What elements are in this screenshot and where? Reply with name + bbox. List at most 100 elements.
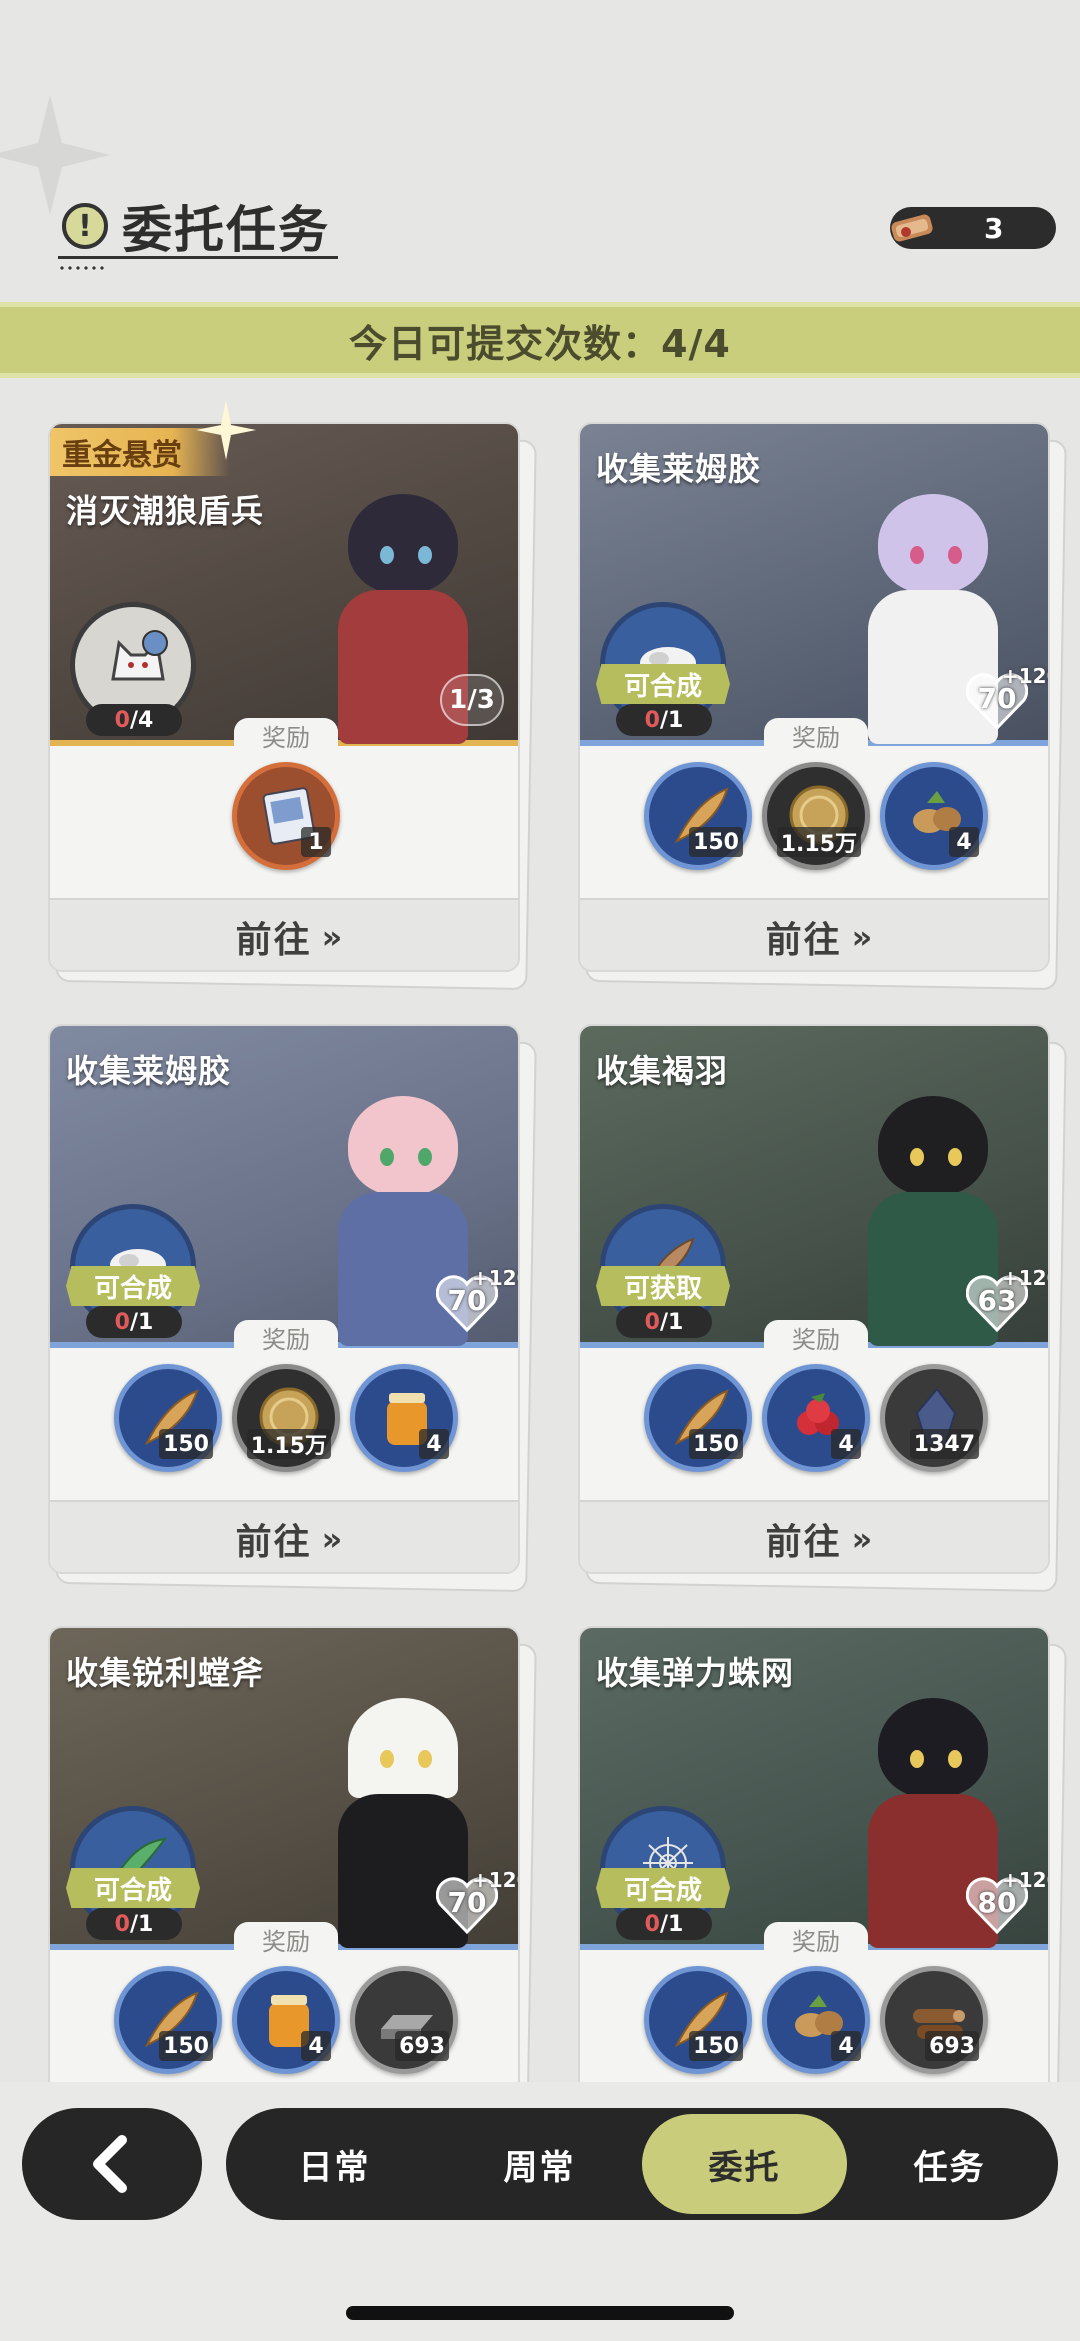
card-title: 消灭潮狼盾兵 xyxy=(66,492,265,530)
reward-item[interactable]: 4 xyxy=(880,762,988,870)
character-eye xyxy=(418,546,432,564)
affinity-bonus: +120 xyxy=(1002,1266,1048,1290)
back-arrow-icon xyxy=(93,2135,127,2193)
header: ! 委托任务 3 xyxy=(0,0,1080,300)
character-eye xyxy=(418,1148,432,1166)
reward-label: 奖励 xyxy=(764,1922,868,1956)
progress-done: 0 xyxy=(114,707,130,733)
material-status-tag: 可合成 xyxy=(596,664,730,704)
progress-total: /4 xyxy=(129,707,154,733)
reward-item[interactable]: 1.15万 xyxy=(232,1364,340,1472)
reward-qty: 4 xyxy=(301,2031,331,2061)
reward-item[interactable]: 150 xyxy=(114,1966,222,2074)
progress-count: 0/1 xyxy=(86,1908,182,1940)
reward-item[interactable]: 1 xyxy=(232,762,340,870)
commission-card[interactable]: 重金悬赏 消灭潮狼盾兵 0/4 1/3 奖励 1 前往 » xyxy=(48,400,537,991)
reward-item[interactable]: 150 xyxy=(644,1364,752,1472)
character-head xyxy=(878,1096,988,1196)
reward-item[interactable]: 150 xyxy=(114,1364,222,1472)
affinity-badge: 70 +120 xyxy=(436,1266,518,1332)
character-eye xyxy=(910,1148,924,1166)
tab-commission[interactable]: 委托 xyxy=(642,2114,847,2214)
title-dots xyxy=(58,266,106,270)
double-chevron-icon: » xyxy=(851,918,873,956)
reward-list: 150 4 1347 xyxy=(580,1364,1048,1472)
tab-weekly[interactable]: 周常 xyxy=(437,2114,642,2214)
stack-indicator: 1/3 xyxy=(440,674,504,726)
reward-qty: 4 xyxy=(831,2031,861,2061)
reward-qty: 4 xyxy=(949,827,979,857)
affinity-bonus: +120 xyxy=(472,1868,518,1892)
character-hat xyxy=(348,1698,458,1798)
reward-item[interactable]: 1.15万 xyxy=(762,762,870,870)
card-title: 收集弹力蛛网 xyxy=(596,1654,795,1692)
progress-count: 0/1 xyxy=(616,1908,712,1940)
go-button[interactable]: 前往 » xyxy=(580,1500,1048,1572)
reward-qty: 150 xyxy=(159,2031,213,2061)
go-button[interactable]: 前往 » xyxy=(580,898,1048,970)
reward-item[interactable]: 4 xyxy=(762,1966,870,2074)
reward-label: 奖励 xyxy=(764,718,868,752)
reward-item[interactable]: 693 xyxy=(880,1966,988,2074)
double-chevron-icon: » xyxy=(321,1520,343,1558)
progress-done: 0 xyxy=(644,1309,660,1335)
wolf-shield-icon xyxy=(111,630,168,681)
title-underline xyxy=(58,256,338,259)
character-eye xyxy=(948,1148,962,1166)
reward-qty: 1347 xyxy=(909,1429,979,1459)
reward-item[interactable]: 4 xyxy=(350,1364,458,1472)
character-eye xyxy=(910,1750,924,1768)
card-body: 收集莱姆胶 可合成 0/1 70 +120 奖励 150 1.15万 xyxy=(48,1024,520,1574)
reward-item[interactable]: 4 xyxy=(232,1966,340,2074)
reward-list: 150 4 693 xyxy=(580,1966,1048,2074)
card-title: 收集莱姆胶 xyxy=(596,450,762,488)
commission-card[interactable]: 收集莱姆胶 可合成 0/1 70 +120 奖励 150 1.15万 xyxy=(578,422,1067,991)
reward-item[interactable]: 693 xyxy=(350,1966,458,2074)
double-chevron-icon: » xyxy=(321,918,343,956)
progress-done: 0 xyxy=(114,1309,130,1335)
scroll-ticket-icon xyxy=(891,214,933,242)
progress-done: 0 xyxy=(644,1911,660,1937)
home-indicator[interactable] xyxy=(346,2306,734,2320)
go-label: 前往 xyxy=(765,920,842,961)
character-body xyxy=(338,590,468,744)
progress-total: /1 xyxy=(659,707,684,733)
reward-item[interactable]: 150 xyxy=(644,1966,752,2074)
go-label: 前往 xyxy=(765,1522,842,1563)
reward-item[interactable]: 150 xyxy=(644,762,752,870)
material-status-tag: 可合成 xyxy=(596,1868,730,1908)
character-eye xyxy=(910,546,924,564)
commission-card[interactable]: 收集褐羽 可获取 0/1 63 +120 奖励 150 4 1347 xyxy=(578,1024,1067,1593)
reward-qty: 150 xyxy=(159,1429,213,1459)
reward-item[interactable]: 1347 xyxy=(880,1364,988,1472)
double-chevron-icon: » xyxy=(851,1520,873,1558)
reward-label: 奖励 xyxy=(234,1320,338,1354)
affinity-badge: 63 +120 xyxy=(966,1266,1048,1332)
progress-total: /1 xyxy=(129,1309,154,1335)
affinity-bonus: +120 xyxy=(472,1266,518,1290)
commission-card[interactable]: 收集莱姆胶 可合成 0/1 70 +120 奖励 150 1.15万 xyxy=(48,1024,537,1593)
reward-item[interactable]: 4 xyxy=(762,1364,870,1472)
character-eye xyxy=(948,546,962,564)
daily-submit-bar: 今日可提交次数：4/4 xyxy=(0,302,1080,378)
progress-count: 0/1 xyxy=(616,1306,712,1338)
character-eye xyxy=(380,1148,394,1166)
reward-qty: 1 xyxy=(301,827,331,857)
commission-ticket-counter[interactable]: 3 xyxy=(890,207,1056,249)
affinity-bonus: +120 xyxy=(1002,664,1048,688)
progress-count: 0/4 xyxy=(86,704,182,736)
go-button[interactable]: 前往 » xyxy=(50,1500,518,1572)
reward-qty: 1.15万 xyxy=(776,827,861,857)
go-button[interactable]: 前往 » xyxy=(50,898,518,970)
tab-daily[interactable]: 日常 xyxy=(232,2114,437,2214)
reward-list: 150 4 693 xyxy=(50,1966,518,2074)
back-button[interactable] xyxy=(22,2108,202,2220)
card-title: 收集莱姆胶 xyxy=(66,1052,232,1090)
material-status-tag: 可合成 xyxy=(66,1868,200,1908)
go-label: 前往 xyxy=(235,920,312,961)
tab-tasks[interactable]: 任务 xyxy=(847,2114,1052,2214)
reward-label: 奖励 xyxy=(234,1922,338,1956)
reward-qty: 150 xyxy=(689,827,743,857)
reward-qty: 693 xyxy=(925,2031,979,2061)
alert-icon: ! xyxy=(62,203,108,249)
